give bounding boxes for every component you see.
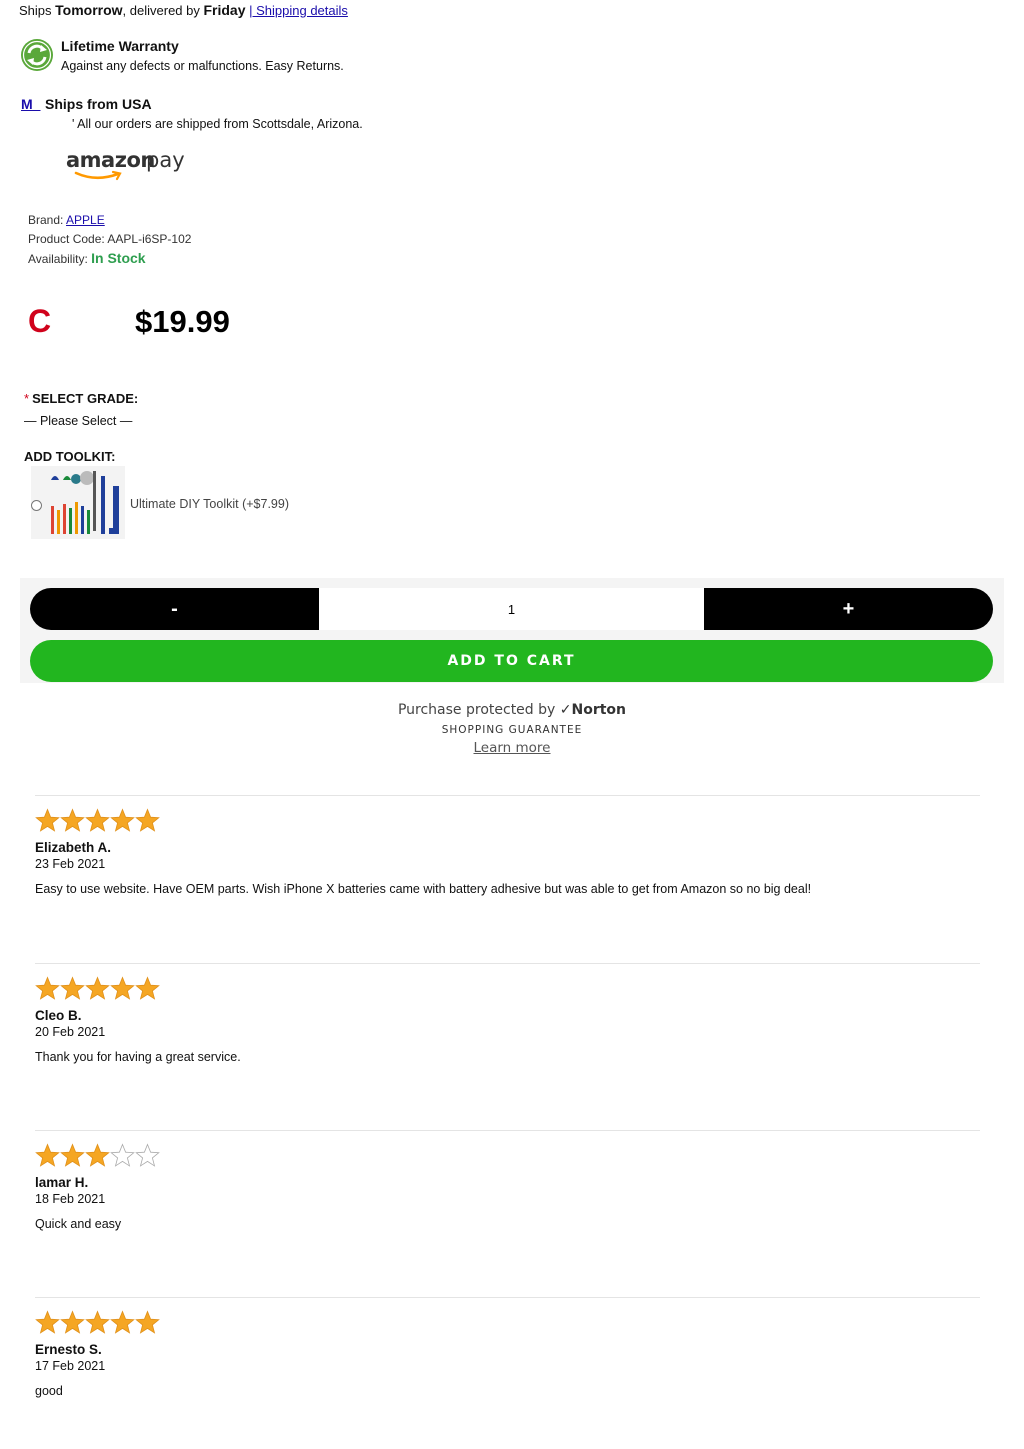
amazon-pay-logo: amazon pay [64, 146, 194, 182]
quantity-stepper: - + [30, 588, 993, 630]
norton-check-icon: ✓ [559, 702, 572, 718]
toolkit-image [31, 466, 125, 539]
review-text: Thank you for having a great service. [35, 1050, 241, 1064]
review-item: Elizabeth A. 23 Feb 2021 Easy to use websi… [35, 795, 980, 945]
availability-row: Availability: In Stock [28, 250, 146, 266]
review-text: Quick and easy [35, 1217, 122, 1231]
refresh-icon [20, 38, 54, 72]
brand-link[interactable]: APPLE [66, 213, 105, 227]
warranty-title: Lifetime Warranty [61, 38, 179, 54]
review-text: good [35, 1384, 63, 1398]
review-date: 20 Feb 2021 [35, 1025, 106, 1039]
review-divider [35, 1297, 980, 1298]
toolkit-option-label: Ultimate DIY Toolkit (+$7.99) [130, 497, 289, 511]
review-item: Cleo B. 20 Feb 2021 Thank you for having a… [35, 963, 980, 1113]
amazon-pay-logo-word-2: pay [146, 148, 185, 172]
availability-label: Availability: [28, 252, 92, 266]
quantity-minus-button[interactable]: - [30, 588, 319, 630]
star-filled-icon [85, 1143, 110, 1167]
review-date: 18 Feb 2021 [35, 1192, 106, 1206]
review-date: 17 Feb 2021 [35, 1359, 106, 1373]
ships-from-title: Ships from USA [45, 96, 152, 112]
star-filled-icon [60, 1143, 85, 1167]
star-filled-icon [85, 976, 110, 1000]
reviewer-name: Cleo B. [35, 1008, 82, 1023]
star-rating [35, 975, 160, 1005]
review-item: Ernesto S. 17 Feb 2021 good [35, 1297, 980, 1447]
review-date: 23 Feb 2021 [35, 857, 106, 871]
star-filled-icon [35, 808, 60, 832]
ships-from-subtitle: ' All our orders are shipped from Scotts… [72, 117, 363, 131]
ships-day: Tomorrow [55, 2, 123, 18]
grade-select[interactable]: — Please Select — [24, 414, 132, 428]
delivered-day: Friday [203, 2, 246, 18]
star-filled-icon [35, 1310, 60, 1334]
star-filled-icon [85, 1310, 110, 1334]
warranty-subtitle: Against any defects or malfunctions. Eas… [61, 59, 344, 73]
add-toolkit-label: ADD TOOLKIT: [24, 449, 116, 464]
usa-flag-link[interactable]: M_ [21, 96, 40, 112]
star-filled-icon [135, 976, 160, 1000]
norton-learn-more-link[interactable]: Learn more [312, 740, 712, 756]
reviewer-name: lamar H. [35, 1175, 89, 1190]
quantity-plus-button[interactable]: + [704, 588, 993, 630]
star-filled-icon [85, 808, 110, 832]
shipping-info: Ships Tomorrow, delivered by Friday | Sh… [19, 2, 348, 18]
amazon-smile-icon [74, 170, 122, 181]
select-grade-text: SELECT GRADE: [32, 391, 139, 406]
star-filled-icon [135, 1310, 160, 1334]
star-rating [35, 1309, 160, 1339]
quantity-input[interactable] [319, 588, 704, 630]
ships-prefix: Ships [19, 3, 56, 18]
star-empty-icon [110, 1143, 135, 1167]
review-divider [35, 795, 980, 796]
review-divider [35, 1130, 980, 1131]
norton-prefix: Purchase protected by [397, 702, 560, 718]
star-empty-icon [135, 1143, 160, 1167]
star-filled-icon [135, 808, 160, 832]
star-filled-icon [110, 808, 135, 832]
norton-tagline: SHOPPING GUARANTEE [441, 724, 583, 736]
norton-protected-line: Purchase protected by ✓Norton [312, 702, 712, 718]
toolkit-radio[interactable] [31, 500, 42, 511]
norton-brand: Norton [571, 702, 627, 718]
amazon-pay-logo-word-1: amazon [66, 148, 155, 172]
product-code-value: AAPL-i6SP-102 [107, 232, 192, 246]
reviewer-name: Elizabeth A. [35, 840, 112, 855]
brand-row: Brand: APPLE [28, 213, 105, 227]
product-code-row: Product Code: AAPL-i6SP-102 [28, 232, 191, 246]
star-filled-icon [35, 1143, 60, 1167]
product-code-label: Product Code: [28, 232, 108, 246]
delivered-prefix: , delivered by [122, 3, 204, 18]
star-filled-icon [60, 976, 85, 1000]
norton-badge: Purchase protected by ✓Norton SHOPPING G… [312, 702, 712, 756]
grade-letter: C [28, 303, 52, 339]
required-mark: * [24, 391, 30, 406]
availability-status: In Stock [91, 250, 146, 266]
brand-label: Brand: [28, 213, 67, 227]
add-to-cart-button[interactable]: ADD TO CART [30, 640, 993, 682]
star-filled-icon [110, 976, 135, 1000]
review-divider [35, 963, 980, 964]
review-item: lamar H. 18 Feb 2021 Quick and easy [35, 1130, 980, 1280]
shipping-details-link[interactable]: | Shipping details [249, 3, 348, 18]
star-filled-icon [60, 1310, 85, 1334]
star-filled-icon [35, 976, 60, 1000]
product-price: $19.99 [135, 304, 230, 339]
reviewer-name: Ernesto S. [35, 1342, 102, 1357]
select-grade-label: * SELECT GRADE: [24, 391, 138, 406]
star-rating [35, 1142, 160, 1172]
star-filled-icon [60, 808, 85, 832]
review-text: Easy to use website. Have OEM parts. Wis… [35, 882, 812, 896]
star-filled-icon [110, 1310, 135, 1334]
star-rating [35, 807, 160, 837]
